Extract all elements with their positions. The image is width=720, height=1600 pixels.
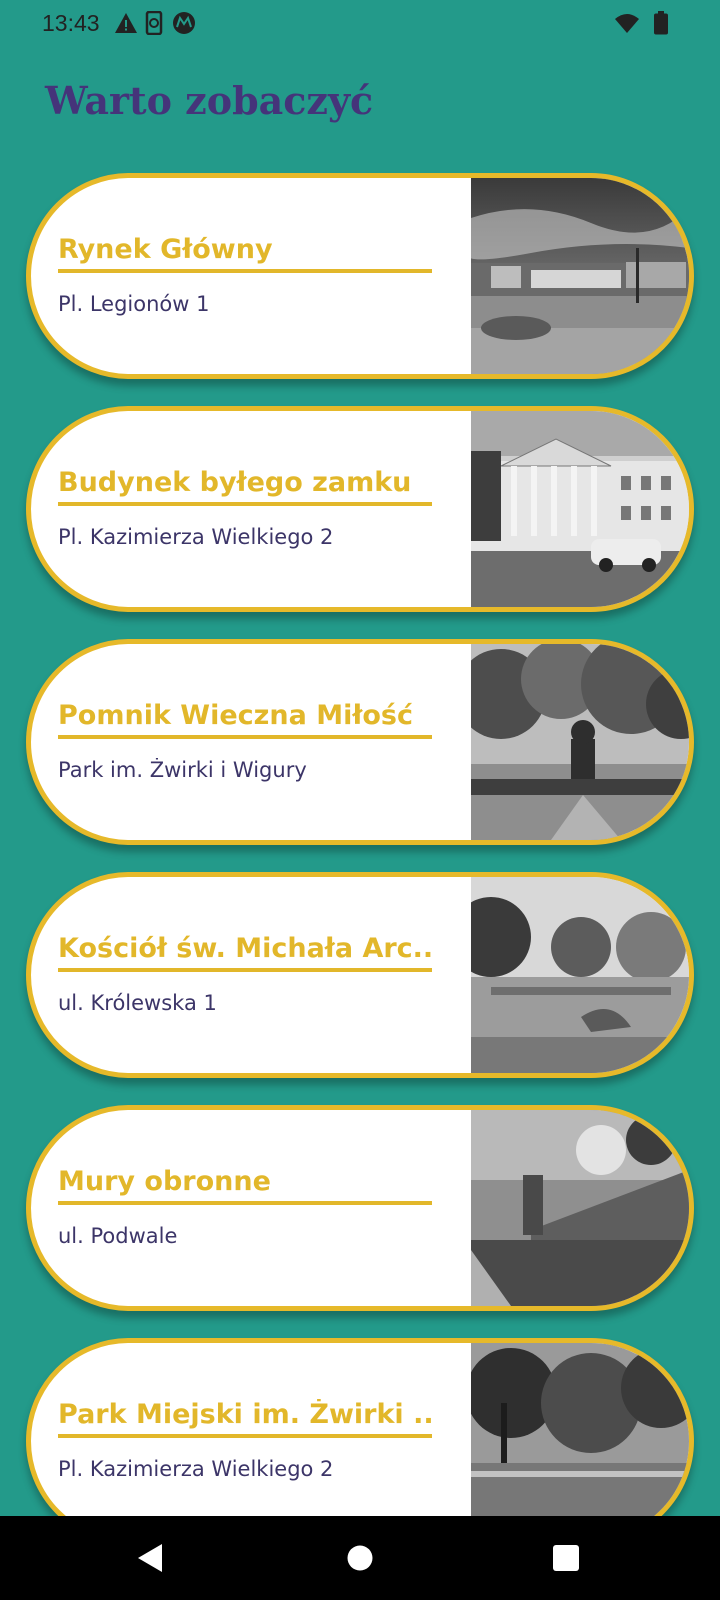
city-park-photo [471, 1343, 689, 1516]
place-address: ul. Królewska 1 [58, 991, 217, 1015]
place-title: Kościół św. Michała Arc... [58, 933, 432, 972]
church-ruins-photo [471, 877, 689, 1073]
place-card[interactable]: Park Miejski im. Żwirki ... Pl. Kazimier… [26, 1338, 694, 1516]
place-card[interactable]: Rynek Główny Pl. Legionów 1 [26, 173, 694, 379]
back-icon[interactable] [130, 1538, 170, 1578]
home-icon[interactable] [340, 1538, 380, 1578]
place-title: Rynek Główny [58, 234, 432, 273]
place-card[interactable]: Budynek byłego zamku Pl. Kazimierza Wiel… [26, 406, 694, 612]
place-title: Pomnik Wieczna Miłość [58, 700, 432, 739]
place-address: ul. Podwale [58, 1224, 178, 1248]
place-card[interactable]: Kościół św. Michała Arc... ul. Królewska… [26, 872, 694, 1078]
places-list[interactable]: Rynek Główny Pl. Legionów 1 Budynek byłe… [0, 0, 720, 1516]
place-address: Pl. Kazimierza Wielkiego 2 [58, 525, 334, 549]
defensive-walls-photo [471, 1110, 689, 1306]
place-title: Budynek byłego zamku [58, 467, 432, 506]
place-card[interactable]: Pomnik Wieczna Miłość Park im. Żwirki i … [26, 639, 694, 845]
place-card[interactable]: Mury obronne ul. Podwale [26, 1105, 694, 1311]
place-title: Mury obronne [58, 1166, 432, 1205]
castle-building-photo [471, 411, 689, 607]
town-square-photo [471, 178, 689, 374]
place-title: Park Miejski im. Żwirki ... [58, 1399, 432, 1438]
monument-park-photo [471, 644, 689, 840]
recents-icon[interactable] [546, 1538, 586, 1578]
place-address: Park im. Żwirki i Wigury [58, 758, 307, 782]
navigation-bar [0, 1516, 720, 1600]
place-address: Pl. Kazimierza Wielkiego 2 [58, 1457, 334, 1481]
place-address: Pl. Legionów 1 [58, 292, 210, 316]
